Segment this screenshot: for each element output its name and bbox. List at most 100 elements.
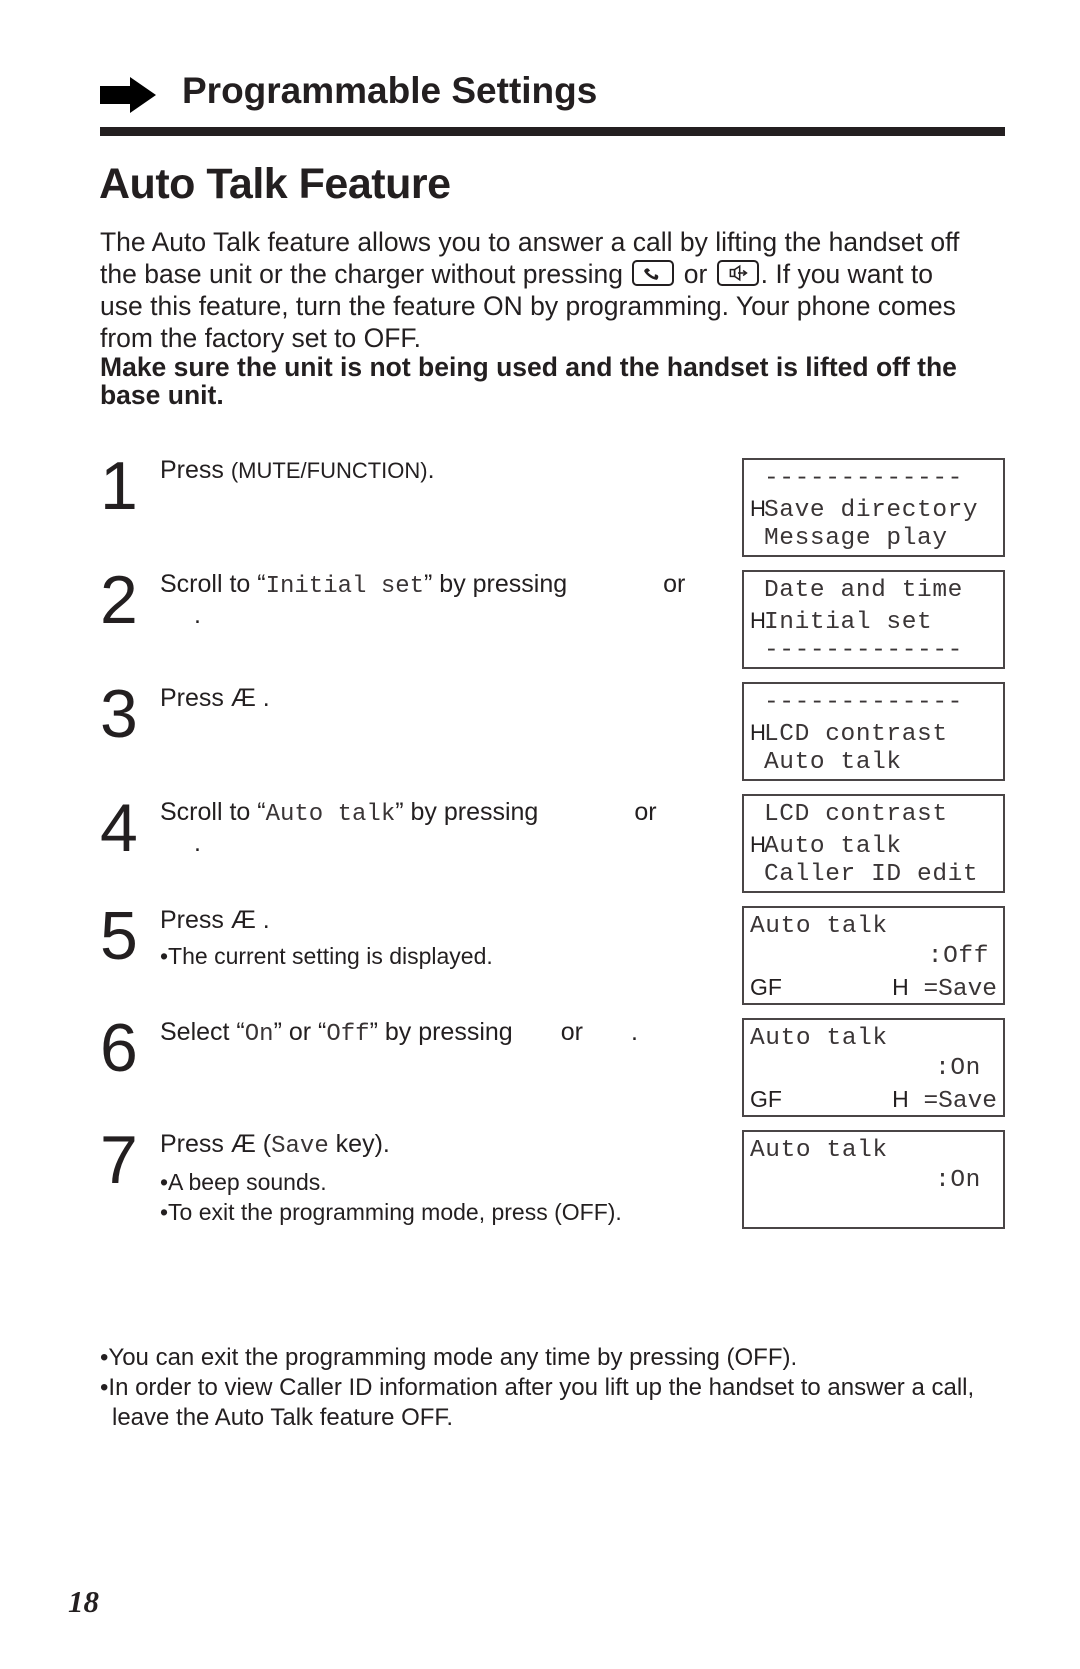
intro-line: from the factory set to OFF. [100, 323, 422, 353]
section-title: Programmable Settings [182, 70, 598, 111]
step-7: 7 Press Æ (Save key). •A beep sounds. •T… [100, 1126, 700, 1270]
mute-function-key: (MUTE/FUNCTION) [230, 458, 428, 483]
lcd-value: :On [935, 1055, 981, 1082]
step-number: 3 [100, 676, 138, 752]
lcd-screen: Auto talk :On [742, 1130, 1005, 1229]
lcd-line: Date and time [764, 577, 963, 604]
step-text: ” by pressing [369, 1018, 513, 1046]
step-text: or [634, 798, 657, 826]
step-text: ” by pressing [395, 798, 539, 826]
lcd-value: :Off [927, 943, 989, 970]
step-text: . [630, 1018, 638, 1046]
lcd-line: LCD contrast [764, 801, 948, 828]
notes: •You can exit the programming mode any t… [100, 1343, 1020, 1433]
step-number: 4 [100, 790, 138, 866]
step-text: Press Æ [160, 906, 263, 934]
intro-line: use this feature, turn the feature ON by… [100, 291, 956, 321]
step-text: or [560, 1018, 583, 1046]
note-item: leave the Auto Talk feature OFF. [112, 1404, 454, 1431]
step-6: 6 Select “On” or “Off” by pressing or. [100, 1014, 700, 1128]
step-number: 7 [100, 1122, 138, 1198]
lcd-line-selected: HSave directory [750, 496, 979, 524]
right-arrow-icon [100, 77, 156, 113]
warning-line: Make sure the unit is not being used and… [100, 352, 957, 382]
lcd-screen: Auto talk :Off GF H =Save [742, 906, 1005, 1005]
intro-paragraph: The Auto Talk feature allows you to answ… [100, 226, 1020, 410]
speaker-button-icon [716, 260, 759, 286]
step-note: •To exit the programming mode, press (OF… [160, 1199, 622, 1225]
step-text: or [663, 570, 686, 598]
scroll-indicator-icon: GF [750, 974, 782, 1000]
step-number: 6 [100, 1010, 138, 1086]
step-text: . [262, 684, 270, 712]
step-note: •A beep sounds. [160, 1169, 327, 1195]
cursor-icon: H [750, 720, 767, 745]
step-text: . [427, 456, 435, 484]
warning-line: base unit. [100, 380, 224, 410]
step-number: 5 [100, 898, 138, 974]
cursor-icon: H [750, 832, 767, 857]
menu-item-name: Initial set [265, 573, 425, 600]
lcd-line: Message play [764, 525, 948, 552]
lcd-line-selected: HAuto talk [750, 832, 902, 860]
step-text: Press [160, 456, 231, 484]
step-note: •The current setting is displayed. [160, 943, 493, 969]
cursor-icon: H [750, 496, 767, 521]
menu-item-name: Auto talk [265, 801, 396, 828]
lcd-line: Caller ID edit [764, 861, 979, 888]
save-key-icon: H [892, 974, 909, 1000]
lcd-screen: ------------- HSave directory Message pl… [742, 458, 1005, 557]
lcd-title: Auto talk [750, 913, 888, 940]
lcd-line: ------------- [764, 465, 963, 492]
lcd-line: Auto talk [764, 749, 902, 776]
lcd-value: :On [935, 1167, 981, 1194]
intro-text: . If you want to [760, 259, 933, 289]
save-key-icon: H [892, 1086, 909, 1112]
lcd-title: Auto talk [750, 1137, 888, 1164]
lcd-save-hint: H =Save [892, 974, 997, 1003]
step-text: . [194, 829, 201, 857]
step-number: 1 [100, 448, 138, 524]
step-text: Select “ [160, 1018, 245, 1046]
step-text: key). [328, 1130, 390, 1158]
step-3: 3 Press Æ . [100, 680, 700, 794]
lcd-screen: LCD contrast HAuto talk Caller ID edit [742, 794, 1005, 893]
step-text: Press Æ ( [160, 1130, 272, 1158]
note-item: •In order to view Caller ID information … [100, 1374, 975, 1401]
intro-text: the base unit or the charger without pre… [100, 259, 623, 289]
step-text: Scroll to “ [160, 798, 266, 826]
lcd-line: ------------- [764, 637, 963, 664]
lcd-line: ------------- [764, 689, 963, 716]
step-text: . [262, 906, 270, 934]
lcd-save-hint: H =Save [892, 1086, 997, 1115]
step-5: 5 Press Æ . •The current setting is disp… [100, 902, 700, 1016]
step-4: 4 Scroll to “Auto talk” by pressing or . [100, 794, 700, 908]
intro-line: the base unit or the charger without pre… [100, 258, 1020, 290]
lcd-title: Auto talk [750, 1025, 888, 1052]
page-number: 18 [68, 1584, 99, 1619]
lcd-line-selected: HInitial set [750, 608, 933, 636]
lcd-screen: Date and time HInitial set ------------- [742, 570, 1005, 669]
header-rule [100, 127, 1005, 136]
option-off: Off [326, 1021, 370, 1048]
intro-text: or [683, 259, 708, 289]
step-2: 2 Scroll to “Initial set” by pressing or … [100, 566, 700, 680]
lcd-screen: ------------- HLCD contrast Auto talk [742, 682, 1005, 781]
step-text: . [194, 601, 201, 629]
step-text: ” by pressing [424, 570, 568, 598]
step-number: 2 [100, 562, 138, 638]
talk-button-icon [632, 260, 675, 286]
lcd-screen: Auto talk :On GF H =Save [742, 1018, 1005, 1117]
step-text: Press Æ [160, 684, 263, 712]
step-text: Scroll to “ [160, 570, 266, 598]
lcd-line-selected: HLCD contrast [750, 720, 948, 748]
option-on: On [244, 1021, 274, 1048]
page-title: Auto Talk Feature [99, 160, 451, 208]
cursor-icon: H [750, 608, 767, 633]
scroll-indicator-icon: GF [750, 1086, 782, 1112]
intro-line: The Auto Talk feature allows you to answ… [100, 227, 960, 257]
save-key-label: Save [271, 1133, 329, 1160]
note-item: •You can exit the programming mode any t… [100, 1344, 798, 1371]
step-text: ” or “ [273, 1018, 327, 1046]
step-1: 1 Press (MUTE/FUNCTION). [100, 452, 700, 566]
